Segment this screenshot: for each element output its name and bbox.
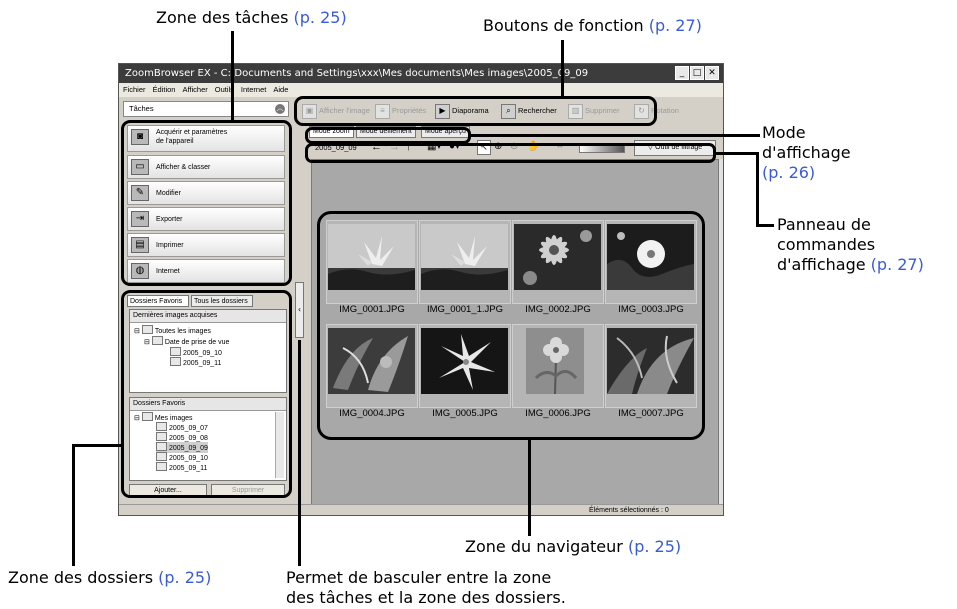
callout-tasks-zone-text: Zone des tâches [156,8,289,27]
folders-zone-highlight [121,290,292,498]
leader-line-toggle [298,340,301,566]
leader-line-browser [528,439,531,536]
tasks-header[interactable]: Tâches ︿ [123,101,289,117]
display-panel-highlight [305,143,716,163]
callout-toggle-note-line1: Permet de basculer entre la zone [286,568,552,587]
callout-display-mode-line1: Mode [762,123,806,142]
menu-internet[interactable]: Internet [241,85,266,94]
leader-line-mode [470,134,760,137]
minimize-button[interactable]: _ [675,66,689,80]
menu-edit[interactable]: Édition [153,85,176,94]
callout-display-panel-line2: commandes [777,235,876,254]
leader-line-panel-h2 [756,224,774,227]
window-title: ZoomBrowser EX - C:\Documents and Settin… [125,68,589,79]
toggle-panel-button[interactable]: ‹ [295,282,304,338]
callout-tasks-zone: Zone des tâches (p. 25) [156,8,347,28]
maximize-button[interactable]: □ [690,66,704,80]
callout-display-mode-ref: (p. 26) [762,163,816,182]
menu-bar: Fichier Édition Afficher Outils Internet Aide [119,83,723,97]
selected-count: Éléments sélectionnés : 0 [589,507,669,514]
leader-line-tasks [231,31,234,121]
close-button[interactable]: ✕ [705,66,719,80]
menu-help[interactable]: Aide [273,85,288,94]
callout-tasks-zone-ref: (p. 25) [293,8,347,27]
callout-browser-zone-text: Zone du navigateur [465,537,623,556]
callout-function-buttons: Boutons de fonction (p. 27) [483,16,702,36]
callout-toggle-note-line2: des tâches et la zone des dossiers. [286,588,566,607]
tasks-zone-highlight [121,120,292,286]
callout-display-mode-line2: d'affichage [762,143,851,162]
callout-display-panel-ref: (p. 27) [870,255,924,274]
callout-browser-zone: Zone du navigateur (p. 25) [465,537,681,557]
callout-function-buttons-text: Boutons de fonction [483,16,644,35]
callout-toggle-note: Permet de basculer entre la zone des tâc… [286,568,566,608]
menu-view[interactable]: Afficher [182,85,207,94]
status-bar: Éléments sélectionnés : 0 [119,504,723,515]
callout-function-buttons-ref: (p. 27) [648,16,702,35]
leader-line-panel-h1 [716,152,758,155]
callout-folders-zone: Zone des dossiers (p. 25) [8,568,211,588]
callout-folders-zone-ref: (p. 25) [158,568,212,587]
callout-display-mode: Mode d'affichage (p. 26) [762,123,851,183]
browser-zone-highlight [317,211,705,440]
leader-line-panel-v [756,152,759,226]
callout-display-panel: Panneau de commandes d'affichage (p. 27) [777,215,924,275]
display-mode-highlight [305,127,471,144]
callout-folders-zone-text: Zone des dossiers [8,568,154,587]
leader-line-folders-v [72,444,75,566]
menu-file[interactable]: Fichier [123,85,146,94]
chevron-up-icon[interactable]: ︿ [275,104,285,114]
callout-browser-zone-ref: (p. 25) [627,537,682,556]
leader-line-folders-h [72,444,122,447]
leader-line-function [561,40,564,97]
browser-scrollbar[interactable] [719,159,723,505]
tasks-header-label: Tâches [129,104,154,113]
title-bar[interactable]: ZoomBrowser EX - C:\Documents and Settin… [119,64,723,83]
callout-display-panel-line1: Panneau de [777,215,871,234]
callout-display-panel-line3: d'affichage [777,255,866,274]
function-buttons-highlight [294,96,657,126]
